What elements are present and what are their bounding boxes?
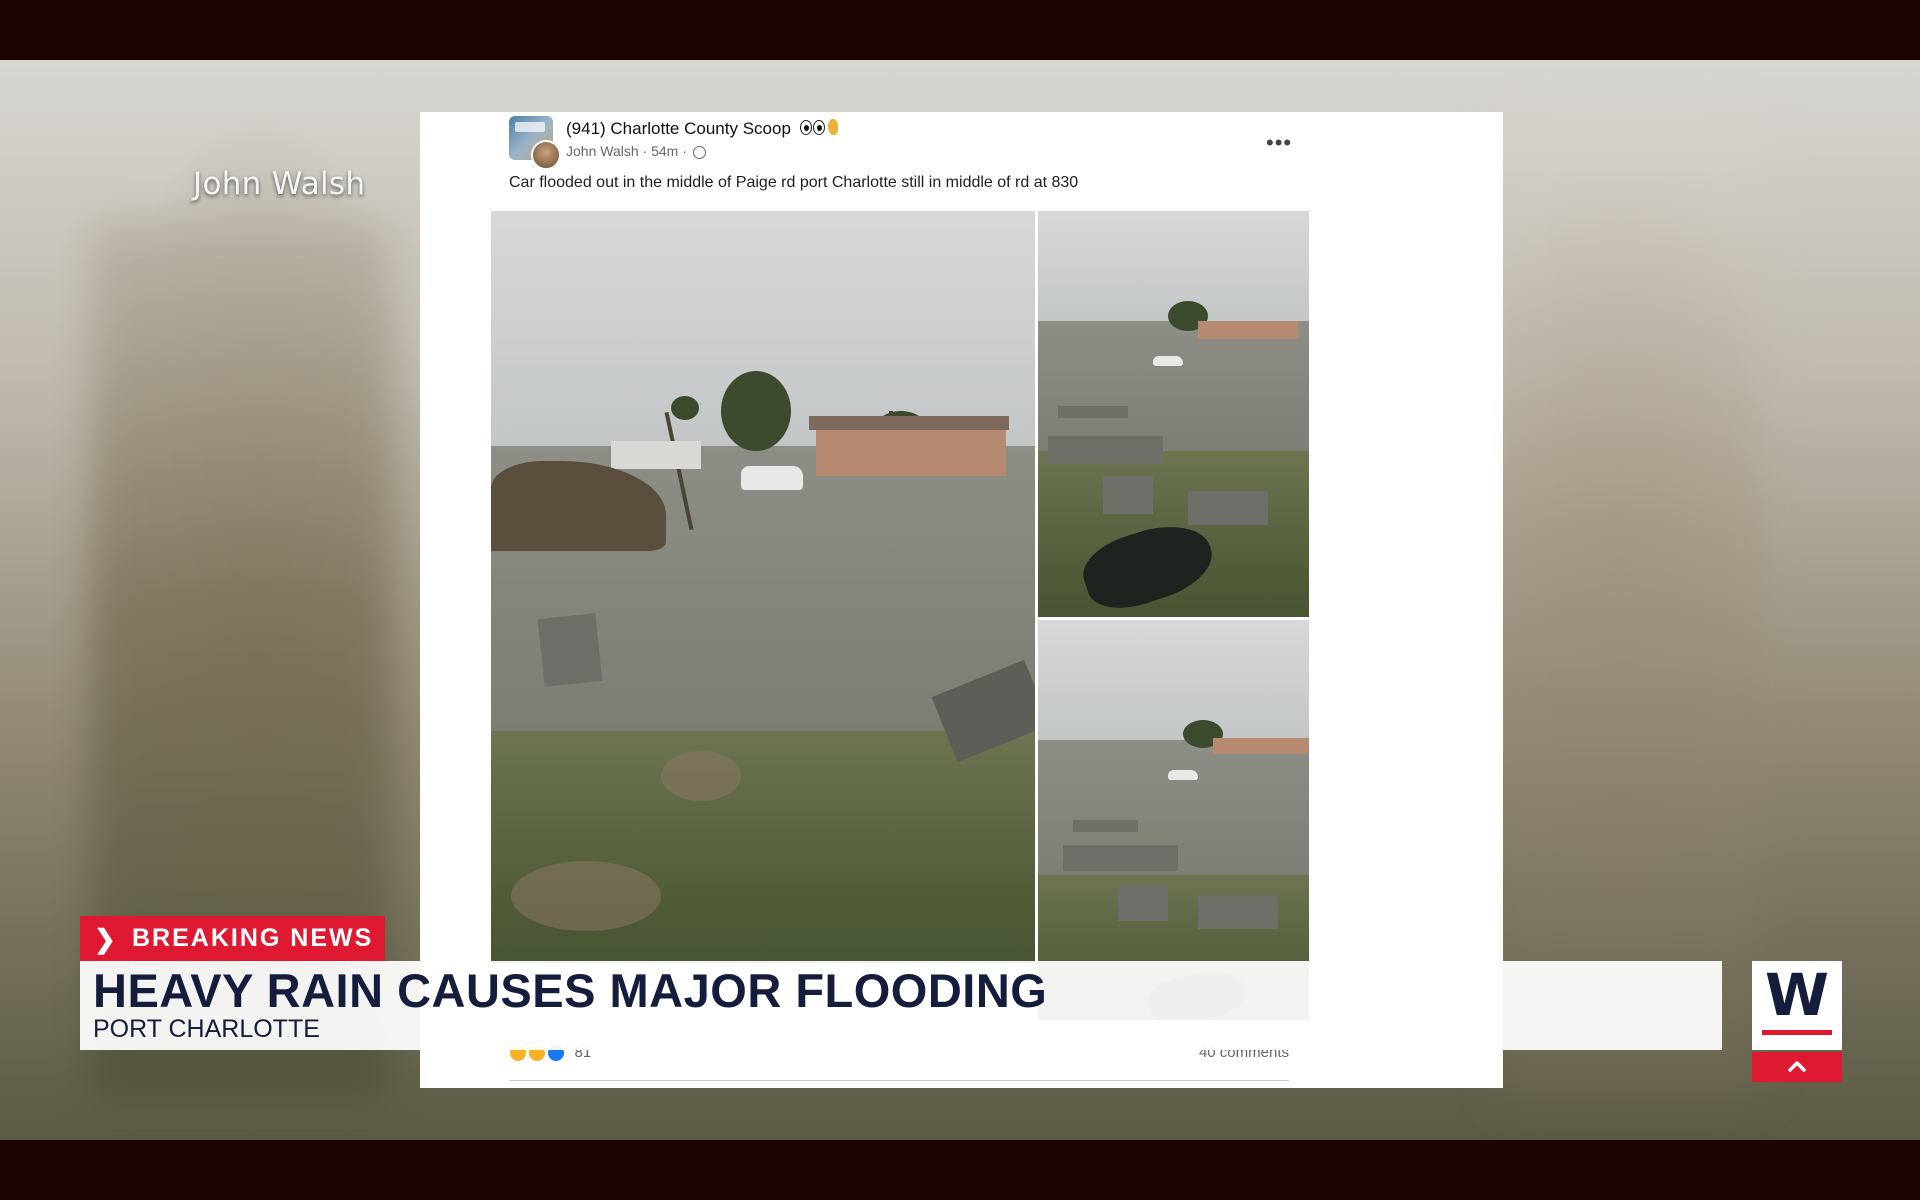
eyes-ear-emoji-icon bbox=[799, 119, 838, 140]
meta-separator: · bbox=[642, 143, 648, 159]
letterbox-top bbox=[0, 0, 1920, 60]
letterbox-bottom bbox=[0, 1140, 1920, 1200]
photo-yard-flood-1[interactable] bbox=[1038, 211, 1309, 617]
author-name[interactable]: John Walsh bbox=[566, 143, 639, 159]
post-time[interactable]: 54m bbox=[651, 143, 678, 159]
divider bbox=[509, 1080, 1289, 1081]
facebook-post: (941) Charlotte County Scoop John Walsh … bbox=[491, 112, 1309, 1088]
post-meta: John Walsh · 54m · bbox=[566, 143, 706, 159]
meta-separator: · bbox=[682, 143, 687, 159]
station-logo-letter: W bbox=[1765, 961, 1829, 1029]
location-subhead: PORT CHARLOTTE bbox=[93, 1015, 320, 1043]
author-avatar[interactable] bbox=[531, 140, 561, 170]
logo-underline bbox=[1762, 1030, 1832, 1035]
chevron-up-icon bbox=[1788, 1061, 1806, 1072]
photo-credit: John Walsh bbox=[193, 166, 366, 202]
breaking-news-label: BREAKING NEWS bbox=[132, 924, 374, 952]
headline: HEAVY RAIN CAUSES MAJOR FLOODING bbox=[93, 964, 1048, 1017]
breaking-news-tag: ❯ BREAKING NEWS bbox=[80, 916, 385, 961]
more-options-icon[interactable]: ••• bbox=[1266, 130, 1292, 156]
photo-yard-flood-2[interactable] bbox=[1038, 620, 1309, 1020]
group-name: (941) Charlotte County Scoop bbox=[566, 119, 791, 138]
group-name-link[interactable]: (941) Charlotte County Scoop bbox=[566, 119, 838, 140]
photo-flooded-street[interactable] bbox=[491, 211, 1035, 963]
expand-up-button[interactable] bbox=[1752, 1052, 1842, 1082]
station-logo: W bbox=[1752, 961, 1842, 1050]
chevron-right-icon: ❯ bbox=[94, 924, 116, 954]
public-globe-icon bbox=[692, 145, 706, 159]
video-frame: John Walsh (941) Charlotte County Scoop … bbox=[0, 0, 1920, 1200]
post-caption: Car flooded out in the middle of Paige r… bbox=[509, 174, 1079, 191]
blurred-background-right bbox=[1500, 120, 1760, 1100]
post-header: (941) Charlotte County Scoop John Walsh … bbox=[509, 116, 1292, 170]
